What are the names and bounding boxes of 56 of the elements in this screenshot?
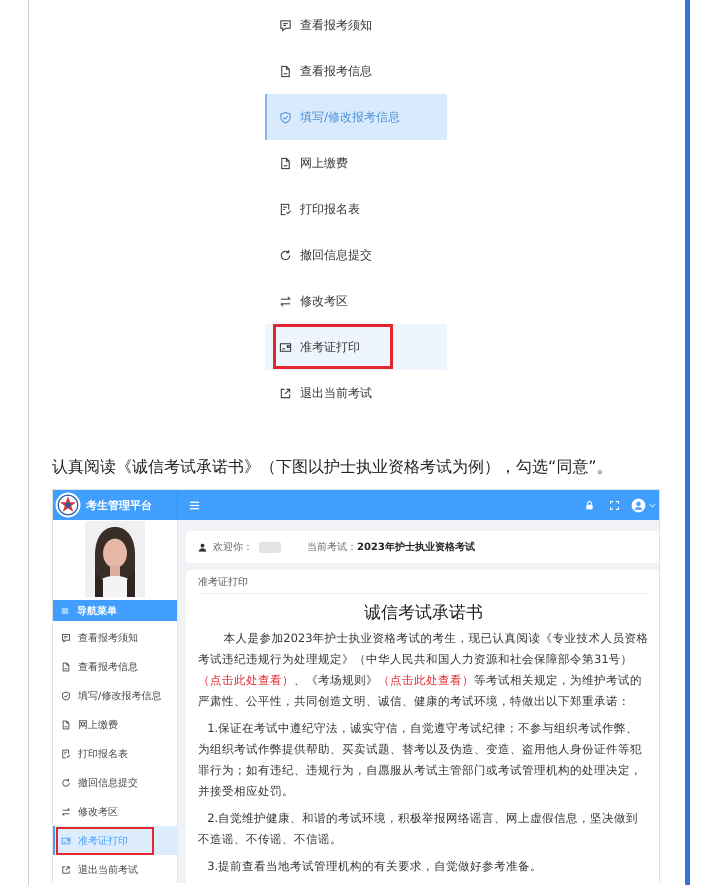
chat-icon	[279, 18, 292, 32]
menu-item[interactable]: 修改考区	[265, 278, 447, 324]
menu-item[interactable]: 查看报考信息	[265, 48, 447, 94]
pledge-title: 诚信考试承诺书	[363, 602, 484, 624]
logo-icon	[55, 492, 81, 518]
user-icon	[198, 542, 207, 552]
swap-icon	[61, 806, 71, 816]
app-title: 考生管理平台	[86, 498, 152, 512]
share-icon	[279, 386, 292, 400]
menu-item[interactable]: 准考证打印	[265, 324, 447, 370]
document-icon	[279, 64, 292, 78]
shield-check-icon	[61, 690, 71, 700]
menu-item[interactable]: 撤回信息提交	[265, 232, 447, 278]
menu-item[interactable]: 打印报名表	[265, 186, 447, 232]
document-icon	[61, 662, 71, 672]
nav-item[interactable]: 撤回信息提交	[53, 768, 177, 797]
menu-item[interactable]: 退出当前考试	[265, 370, 447, 416]
exam-label: 当前考试：	[307, 540, 357, 554]
checklist-icon	[279, 202, 292, 216]
document-icon	[279, 156, 292, 170]
fullscreen-icon[interactable]	[609, 500, 620, 510]
pledge-paragraph: 1.保证在考试中遵纪守法，诚实守信，自觉遵守考试纪律；不参与组织考试作弊、为组织考试作弊提供帮助、买卖试题、替考以及伪造、变造、盗用他人身份证件等犯罪行为；如有违纪、违规行为，自愿服从考试主管部门或考试管理机构的处理决定，并接受相应处罚。	[198, 720, 643, 800]
nav-item[interactable]: 查看报考须知	[53, 623, 177, 652]
id-card-icon	[61, 836, 71, 846]
nav-item[interactable]: 打印报名表	[53, 739, 177, 768]
nav-item[interactable]: 查看报考信息	[53, 652, 177, 681]
instruction-text: 认真阅读《诚信考试承诺书》（下图以护士执业资格考试为例），勾选“同意”。	[52, 456, 614, 478]
swap-icon	[279, 294, 292, 308]
pledge-paragraph: 2.自觉维护健康、和谐的考试环境，积极举报网络谣言、网上虚假信息，坚决做到不造谣、不传谣、不信谣。	[198, 810, 640, 848]
menu-item[interactable]: 网上缴费	[265, 140, 447, 186]
id-card-icon	[279, 340, 292, 354]
user-avatar-icon[interactable]	[631, 498, 646, 512]
refresh-icon	[61, 778, 71, 788]
nav-title: 导航菜单	[77, 604, 117, 618]
nav-item[interactable]: 网上缴费	[53, 710, 177, 739]
document-icon	[61, 720, 71, 730]
exam-name: 2023年护士执业资格考试	[357, 540, 475, 554]
redacted-name	[259, 542, 281, 552]
nav-item[interactable]: 修改考区	[53, 797, 177, 826]
pledge-paragraph: 本人是参加2023年护士执业资格考试的考生，现已认真阅读《专业技术人员资格考试违纪违规行为处理规定》（中华人民共和国人力资源和社会保障部令第31号） （点击此处查看）、《考场规则》（点击此处查看）等考试相关规定，为维护考试的严肃性、公平性，共同创造文明、诚信、健康的考试环境，特做出以下郑重承诺：	[198, 630, 649, 710]
refresh-icon	[279, 248, 292, 262]
nav-item[interactable]: 填写/修改报考信息	[53, 681, 177, 710]
welcome-label: 欢迎你：	[213, 540, 253, 554]
menu-icon	[61, 606, 69, 615]
checklist-icon	[61, 748, 71, 758]
menu-icon[interactable]	[188, 498, 201, 512]
pledge-paragraph: 3.提前查看当地考试管理机构的有关要求，自觉做好参考准备。	[206, 858, 544, 875]
breadcrumb: 准考证打印	[198, 570, 649, 594]
lock-icon[interactable]	[584, 500, 595, 510]
view-link[interactable]: （点击此处查看）	[198, 673, 294, 687]
menu-item[interactable]: 查看报考须知	[265, 2, 447, 48]
shield-check-icon	[279, 110, 292, 124]
nav-item[interactable]: 退出当前考试	[53, 855, 177, 883]
share-icon	[61, 864, 71, 874]
chat-icon	[61, 632, 71, 642]
view-link[interactable]: （点击此处查看）	[378, 673, 474, 687]
